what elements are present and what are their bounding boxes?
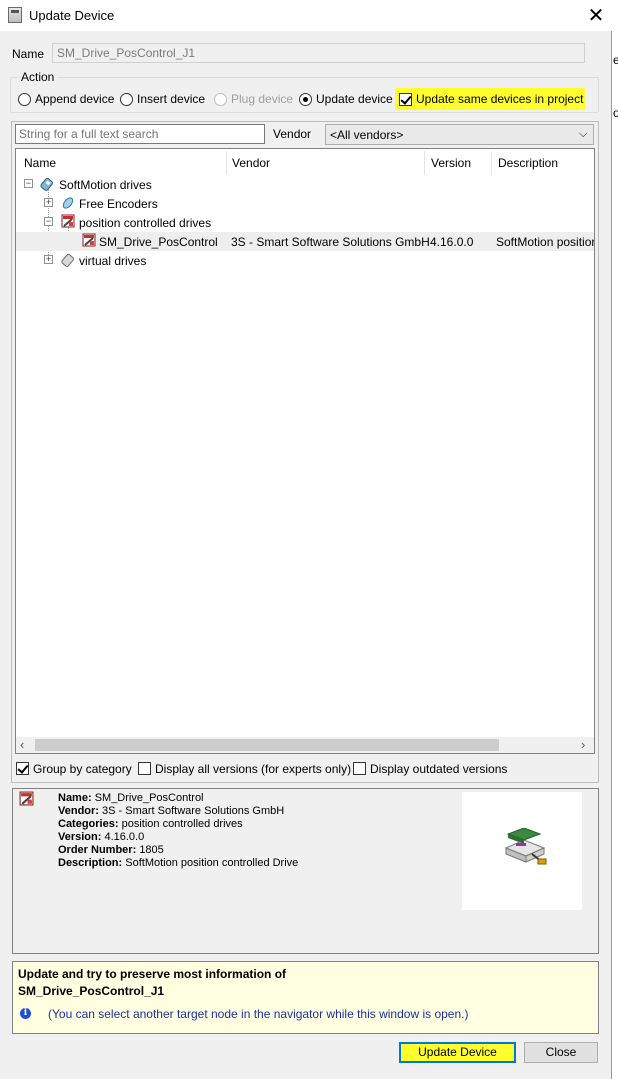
update-device-radio[interactable] <box>299 93 312 106</box>
column-header-vendor[interactable]: Vendor <box>232 156 270 170</box>
action-legend: Action <box>18 70 58 84</box>
detail-description: Description: SoftMotion position control… <box>58 857 299 869</box>
name-label: Name <box>12 47 45 61</box>
info-icon: i <box>20 1008 31 1019</box>
drive-icon <box>40 177 53 191</box>
insert-device-label[interactable]: Insert device <box>137 92 205 106</box>
scroll-right-icon[interactable]: › <box>581 737 585 752</box>
column-header-description[interactable]: Description <box>498 156 558 170</box>
column-separator[interactable] <box>226 151 227 175</box>
tree-item-label: Free Encoders <box>79 197 158 211</box>
detail-name: Name: SM_Drive_PosControl <box>58 792 204 804</box>
device-tree: Name Vendor Version Description − SoftMo… <box>15 148 595 754</box>
vendor-select[interactable]: <All vendors> <box>325 124 594 145</box>
message-note: (You can select another target node in t… <box>48 1007 469 1021</box>
collapse-icon[interactable]: − <box>24 179 33 188</box>
device-image <box>462 792 582 910</box>
column-separator[interactable] <box>424 151 425 175</box>
collapse-icon[interactable]: − <box>44 217 53 226</box>
window-title: Update Device <box>29 8 115 23</box>
display-outdated-versions-checkbox[interactable] <box>353 762 366 775</box>
column-separator[interactable] <box>491 151 492 175</box>
background-text-fragment: e <box>613 53 618 67</box>
encoder-icon <box>62 197 74 209</box>
tree-item-label: position controlled drives <box>79 216 212 230</box>
group-by-category-label[interactable]: Group by category <box>33 762 132 776</box>
expand-icon[interactable]: + <box>44 198 53 207</box>
device-module-icon <box>504 828 547 865</box>
detail-categories: Categories: position controlled drives <box>58 818 243 830</box>
tree-row[interactable]: SM_Drive_PosControl 3S - Smart Software … <box>16 232 594 251</box>
update-same-devices-label[interactable]: Update same devices in project <box>416 92 583 106</box>
background-window-strip <box>612 0 618 1079</box>
position-drive-icon <box>61 214 75 228</box>
display-outdated-versions-label[interactable]: Display outdated versions <box>370 762 507 776</box>
tree-item-label: SM_Drive_PosControl <box>99 235 218 249</box>
append-device-radio[interactable] <box>18 93 31 106</box>
plug-device-radio <box>214 93 227 106</box>
column-header-version[interactable]: Version <box>431 156 471 170</box>
insert-device-radio[interactable] <box>120 93 133 106</box>
background-text-fragment: o <box>613 106 618 120</box>
position-drive-icon <box>82 233 96 247</box>
virtual-drive-icon <box>61 253 74 267</box>
group-by-category-checkbox[interactable] <box>16 762 29 775</box>
tree-item-vendor: 3S - Smart Software Solutions GmbH <box>231 235 430 249</box>
tree-item-description: SoftMotion position c <box>496 235 595 249</box>
plug-device-label: Plug device <box>231 92 294 106</box>
column-header-name[interactable]: Name <box>24 156 56 170</box>
display-all-versions-label[interactable]: Display all versions (for experts only) <box>155 762 351 776</box>
expand-icon[interactable]: + <box>44 255 53 264</box>
tree-item-label: virtual drives <box>79 254 147 268</box>
name-field: SM_Drive_PosControl_J1 <box>52 43 585 63</box>
tree-item-version: 4.16.0.0 <box>430 235 474 249</box>
message-line-2: SM_Drive_PosControl_J1 <box>18 984 165 998</box>
scrollbar-thumb[interactable] <box>35 739 499 751</box>
message-line-1: Update and try to preserve most informat… <box>18 967 287 981</box>
scroll-left-icon[interactable]: ‹ <box>20 737 24 752</box>
append-device-label[interactable]: Append device <box>35 92 114 106</box>
detail-order-number: Order Number: 1805 <box>58 844 164 856</box>
chevron-down-icon[interactable]: ⌵ <box>579 128 587 141</box>
tree-row[interactable]: + Free Encoders <box>16 194 594 213</box>
detail-version: Version: 4.16.0.0 <box>58 831 145 843</box>
position-drive-icon <box>19 791 34 806</box>
update-device-button[interactable]: Update Device <box>399 1042 516 1063</box>
tree-row[interactable]: − SoftMotion drives <box>16 175 594 194</box>
detail-vendor: Vendor: 3S - Smart Software Solutions Gm… <box>58 805 285 817</box>
tree-row[interactable]: + virtual drives <box>16 251 594 270</box>
tree-row[interactable]: − position controlled drives <box>16 213 594 232</box>
close-icon[interactable]: ✕ <box>586 3 606 28</box>
update-device-label[interactable]: Update device <box>316 92 393 106</box>
horizontal-scrollbar[interactable]: ‹ › <box>16 737 594 753</box>
close-button[interactable]: Close <box>524 1042 598 1063</box>
vendor-label: Vendor <box>273 127 312 141</box>
update-same-devices-checkbox[interactable] <box>399 93 412 106</box>
search-input[interactable] <box>15 124 265 144</box>
tree-item-label: SoftMotion drives <box>59 178 152 192</box>
device-window-icon <box>8 7 22 23</box>
display-all-versions-checkbox[interactable] <box>138 762 151 775</box>
